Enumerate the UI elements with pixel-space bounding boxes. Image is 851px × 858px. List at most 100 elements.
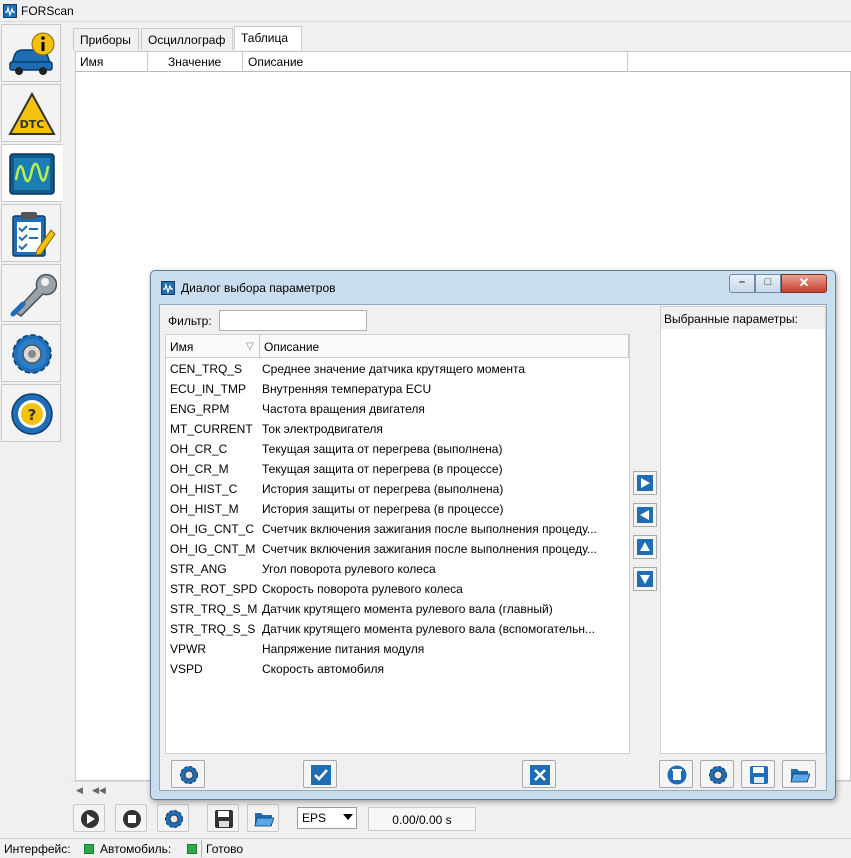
parameter-row[interactable]: STR_ROT_SPD Скорость поворота рулевого ко… (166, 579, 629, 599)
interface-status-led (84, 844, 94, 854)
wrench-icon (10, 273, 57, 317)
parameter-row[interactable]: MT_CURRENT Ток электродвигателя (166, 419, 629, 439)
open-button[interactable] (247, 804, 279, 832)
parameter-row[interactable]: ENG_RPM Частота вращения двигателя (166, 399, 629, 419)
forscan-logo-icon (161, 281, 175, 295)
clear-selected-button[interactable] (659, 760, 693, 788)
dialog-body: Фильтр: Имя ▽ Описание CEN_TRQ_S Среднее … (159, 304, 827, 791)
dialog-titlebar[interactable]: Диалог выбора параметров – □ ✕ (151, 271, 835, 303)
move-up-button[interactable] (633, 535, 657, 559)
parameter-list[interactable]: Имя ▽ Описание CEN_TRQ_S Среднее значение… (165, 334, 630, 754)
parameter-row[interactable]: STR_ANG Угол поворота рулевого колеса (166, 559, 629, 579)
parameter-row[interactable]: ECU_IN_TMP Внутренняя температура ECU (166, 379, 629, 399)
parameter-row[interactable]: OH_HIST_M История защиты от перегрева (в … (166, 499, 629, 519)
gear-settings-icon (12, 334, 52, 374)
format-select[interactable]: EPS (297, 807, 357, 829)
stop-button[interactable] (115, 804, 147, 832)
floppy-icon (215, 810, 233, 828)
parameter-description: Среднее значение датчика крутящего момен… (262, 362, 526, 376)
playback-toolbar: EPS 0.00/0.00 s (70, 801, 851, 835)
parameter-row[interactable]: OH_HIST_C История защиты от перегрева (вы… (166, 479, 629, 499)
parameter-row[interactable]: VPWR Напряжение питания модуля (166, 639, 629, 659)
column-divider[interactable] (628, 335, 629, 358)
parameter-row[interactable]: CEN_TRQ_S Среднее значение датчика крутящ… (166, 359, 629, 379)
parameter-description: Ток электродвигателя (262, 422, 383, 436)
sort-indicator-icon: ▽ (246, 341, 254, 352)
folder-open-icon (254, 813, 274, 827)
parameter-row[interactable]: OH_CR_M Текущая защита от перегрева (в пр… (166, 459, 629, 479)
cancel-button[interactable] (522, 760, 556, 788)
status-bar: Интерфейс: Автомобиль: Готово (0, 838, 851, 858)
dialog-settings-button[interactable] (171, 760, 205, 788)
column-header-name[interactable]: Имя (80, 55, 103, 69)
maximize-icon: □ (764, 276, 772, 288)
column-divider[interactable] (242, 52, 243, 72)
column-divider[interactable] (259, 335, 260, 358)
sidebar-item-settings[interactable] (1, 324, 61, 382)
dtc-warning-icon: DTC (8, 91, 56, 135)
parameter-row[interactable]: STR_TRQ_S_M Датчик крутящего момента руле… (166, 599, 629, 619)
parameter-name: ECU_IN_TMP (170, 382, 247, 396)
parameter-description: Угол поворота рулевого колеса (262, 562, 436, 576)
scroll-fast-left-icon[interactable]: ◀◀ (92, 785, 106, 796)
sidebar-item-tests[interactable] (1, 204, 61, 262)
car-info-icon (9, 32, 55, 75)
parameter-description: Внутренняя температура ECU (262, 382, 432, 396)
svg-text:?: ? (28, 406, 37, 424)
remove-parameter-button[interactable] (633, 503, 657, 527)
add-parameter-button[interactable] (633, 471, 657, 495)
parameter-row[interactable]: VSPD Скорость автомобиля (166, 659, 629, 679)
sidebar-item-oscilloscope[interactable] (1, 144, 63, 202)
sidebar-item-vehicle-info[interactable] (1, 24, 61, 82)
save-button[interactable] (207, 804, 239, 832)
parameter-name: STR_ROT_SPD (170, 582, 258, 596)
parameter-name: MT_CURRENT (170, 422, 253, 436)
column-header-description[interactable]: Описание (264, 340, 319, 354)
parameter-row[interactable]: OH_IG_CNT_C Счетчик включения зажигания п… (166, 519, 629, 539)
parameter-description: История защиты от перегрева (в процессе) (262, 502, 504, 516)
tab-gauges[interactable]: Приборы (73, 28, 139, 50)
column-divider[interactable] (147, 52, 148, 72)
maximize-button[interactable]: □ (755, 274, 781, 293)
selected-settings-button[interactable] (700, 760, 734, 788)
parameter-row[interactable]: OH_IG_CNT_M Счетчик включения зажигания п… (166, 539, 629, 559)
column-header-name[interactable]: Имя (170, 340, 193, 354)
ok-button[interactable] (303, 760, 337, 788)
play-button[interactable] (73, 804, 105, 832)
filter-input[interactable] (219, 310, 367, 331)
parameter-name: OH_IG_CNT_M (170, 542, 256, 556)
view-tabs: Приборы Осциллограф Таблица (73, 26, 851, 50)
scroll-left-icon[interactable]: ◀ (76, 785, 83, 796)
parameter-name: OH_HIST_M (170, 502, 239, 516)
tab-oscilloscope[interactable]: Осциллограф (141, 28, 233, 50)
status-divider (201, 840, 202, 857)
minimize-button[interactable]: – (729, 274, 755, 293)
load-selection-button[interactable] (782, 760, 816, 788)
dialog-title: Диалог выбора параметров (181, 281, 336, 295)
format-select-value: EPS (302, 811, 327, 825)
sidebar-item-service[interactable] (1, 264, 61, 322)
column-header-description[interactable]: Описание (248, 55, 303, 69)
floppy-icon (750, 766, 768, 784)
cross-icon (530, 765, 550, 785)
selected-parameters-list[interactable]: Выбранные параметры: (660, 306, 826, 754)
parameter-name: OH_CR_C (170, 442, 228, 456)
column-header-value[interactable]: Значение (168, 55, 221, 69)
parameter-description: Скорость автомобиля (262, 662, 384, 676)
parameter-row[interactable]: STR_TRQ_S_S Датчик крутящего момента руле… (166, 619, 629, 639)
column-divider[interactable] (627, 52, 628, 72)
tab-label: Осциллограф (148, 33, 226, 47)
close-button[interactable]: ✕ (781, 274, 827, 293)
play-icon (81, 810, 99, 828)
arrow-up-icon (637, 539, 653, 555)
parameter-row[interactable]: OH_CR_C Текущая защита от перегрева (выпо… (166, 439, 629, 459)
settings-button[interactable] (157, 804, 189, 832)
chevron-down-icon (343, 814, 353, 820)
save-selection-button[interactable] (741, 760, 775, 788)
parameter-description: Датчик крутящего момента рулевого вала (… (262, 622, 596, 636)
sidebar-item-dtc[interactable]: DTC (1, 84, 61, 142)
sidebar-item-help[interactable]: ? (1, 384, 61, 442)
tab-table[interactable]: Таблица (234, 26, 302, 50)
move-down-button[interactable] (633, 567, 657, 591)
gear-icon (709, 766, 727, 784)
